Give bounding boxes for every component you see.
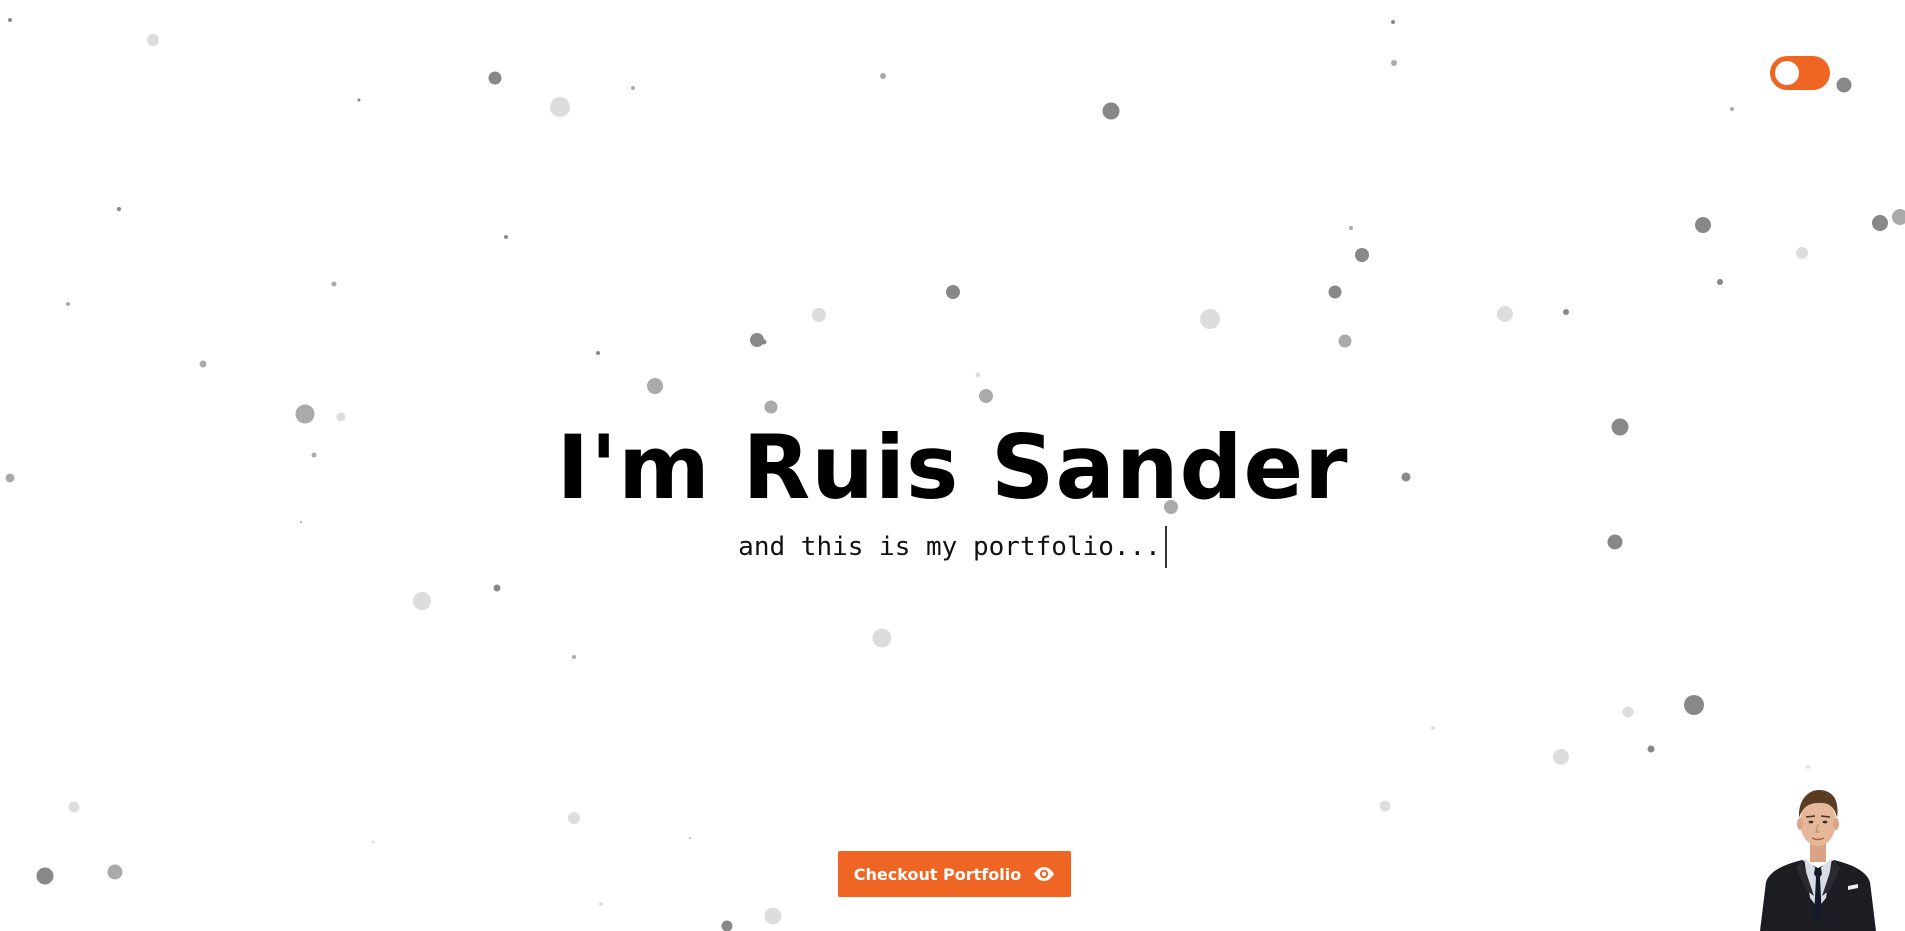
particle-dot [147, 34, 159, 46]
particle-dot [1102, 102, 1120, 120]
particle-dot [66, 302, 70, 306]
particle-dot [689, 837, 691, 839]
particle-dot [1328, 285, 1342, 299]
particle-dot [764, 400, 778, 414]
particle-dot [975, 372, 981, 378]
particle-dot [721, 920, 733, 931]
particle-dot [1431, 726, 1435, 730]
profile-photo [1756, 778, 1880, 931]
particle-dot [1892, 209, 1905, 225]
particle-dot [488, 71, 502, 85]
particle-dot [1338, 334, 1352, 348]
particle-dot [413, 592, 431, 610]
particle-dot [764, 907, 782, 925]
theme-toggle-switch[interactable] [1770, 56, 1830, 90]
particle-dot [1200, 309, 1220, 329]
particle-dot [572, 655, 576, 659]
particle-dot [300, 521, 302, 523]
particle-dot [1391, 20, 1395, 24]
particle-dot [504, 235, 508, 239]
particle-dot [550, 97, 570, 117]
particle-dot [117, 207, 121, 211]
checkout-portfolio-label: Checkout Portfolio [853, 864, 1022, 884]
particle-dot [1836, 77, 1852, 93]
particle-dot [1806, 765, 1810, 769]
particle-dot [761, 339, 767, 345]
particle-dot [36, 867, 54, 885]
typing-caret [1164, 525, 1167, 568]
checkout-portfolio-button[interactable]: Checkout Portfolio [838, 851, 1071, 897]
particle-dot [371, 840, 375, 844]
particle-dot [107, 864, 123, 880]
particle-dot [599, 902, 603, 906]
particle-dot [357, 98, 361, 102]
particle-dot [1796, 247, 1808, 259]
typed-subtitle-text: and this is my portfolio... [738, 531, 1161, 562]
particle-dot [647, 378, 663, 394]
hero-subtitle: and this is my portfolio... [0, 524, 1905, 569]
particle-dot [1379, 800, 1391, 812]
toggle-knob [1775, 61, 1799, 85]
particle-dot [812, 308, 826, 322]
particle-dot [1695, 217, 1711, 233]
particle-dot [1647, 745, 1655, 753]
particle-dot [631, 86, 635, 90]
particle-dot [1497, 306, 1513, 322]
particle-dot [68, 801, 80, 813]
particle-dot [199, 360, 207, 368]
particle-dot [8, 18, 12, 22]
particle-dot [1563, 309, 1569, 315]
particle-dot [1391, 60, 1397, 66]
particle-dot [568, 812, 580, 824]
particle-dot [1872, 215, 1888, 231]
particle-dot [331, 281, 337, 287]
particle-dot [1355, 248, 1369, 262]
hero-title: I'm Ruis Sander [556, 416, 1349, 519]
particle-dot [596, 351, 600, 355]
particle-dot [946, 285, 960, 299]
particle-dot [1684, 695, 1704, 715]
particle-dot [1553, 749, 1569, 765]
particle-dot [1717, 279, 1723, 285]
particle-dot [493, 584, 501, 592]
particle-dot [1622, 706, 1634, 718]
particle-dot [1730, 107, 1734, 111]
particle-dot [880, 73, 886, 79]
particle-dot [1349, 226, 1353, 230]
particle-dot [872, 628, 892, 648]
particle-dot [979, 389, 993, 403]
eye-icon [1033, 866, 1055, 882]
